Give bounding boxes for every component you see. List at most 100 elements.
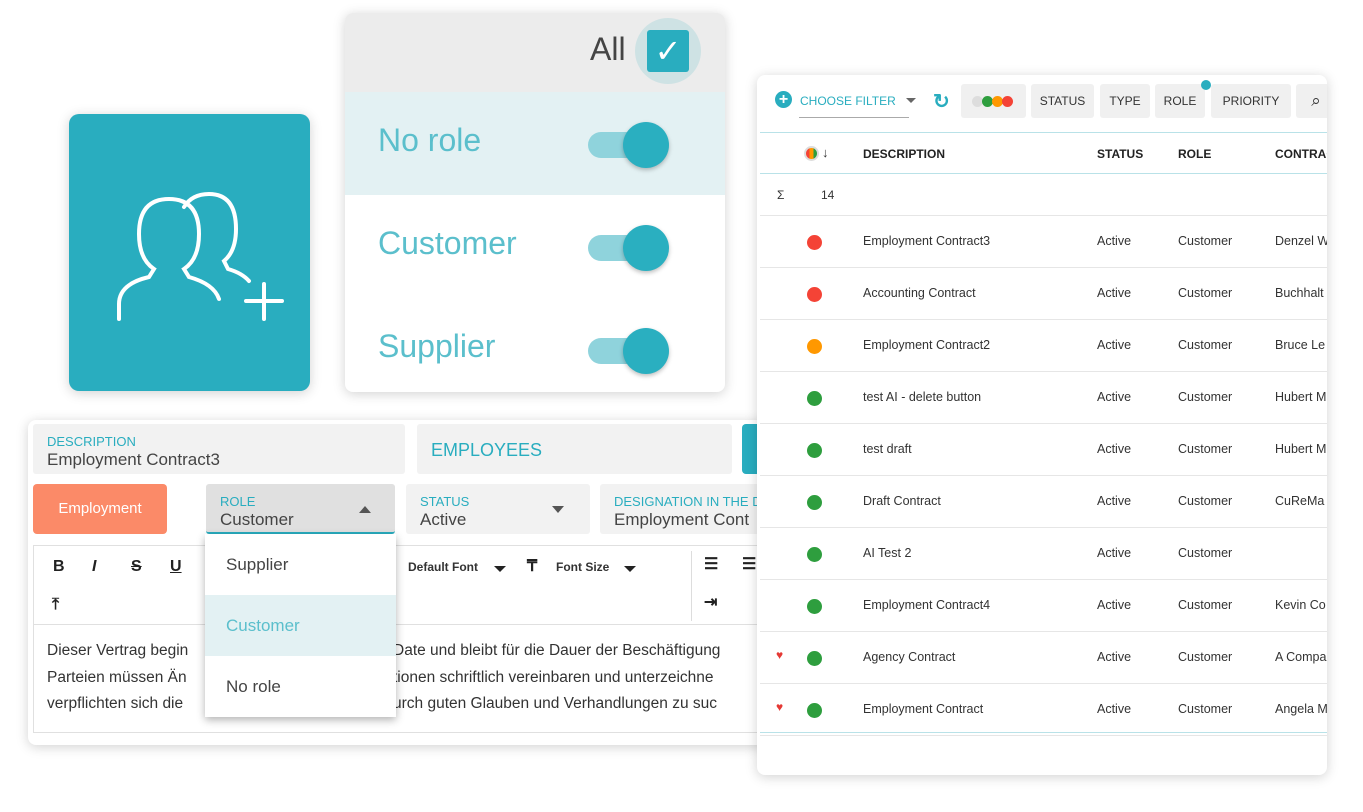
add-filter-icon[interactable]: + <box>775 91 792 108</box>
role-option-customer[interactable]: Customer <box>205 595 396 656</box>
role-select[interactable]: ROLE Customer <box>206 484 395 534</box>
font-family-select[interactable]: Default Font <box>408 560 478 574</box>
bullet-list-icon[interactable]: ☰ <box>704 554 718 574</box>
role-toggle[interactable] <box>588 223 670 271</box>
role-toggle[interactable] <box>588 326 670 374</box>
table-row[interactable]: Employment Contract3 Active Customer Den… <box>760 216 1327 268</box>
editor-text-right: Date und bleibt für die Dauer der Beschä… <box>393 642 721 712</box>
priority-dot <box>807 391 822 406</box>
chip-type[interactable]: TYPE <box>1100 84 1150 118</box>
chip-priority[interactable]: PRIORITY <box>1211 84 1291 118</box>
font-size-select[interactable]: Font Size <box>556 560 609 574</box>
underline-button[interactable]: U <box>170 558 182 576</box>
numbered-list-icon[interactable]: ☰ <box>742 554 756 574</box>
type-badge: Employment Contract <box>33 484 167 567</box>
cell-contract: Bruce Le <box>1275 338 1326 352</box>
strikethrough-button[interactable]: S <box>131 558 142 576</box>
status-value: Active <box>420 510 467 529</box>
chip-status[interactable]: STATUS <box>1031 84 1094 118</box>
row-count: 14 <box>821 188 835 202</box>
cell-role: Customer <box>1178 234 1233 248</box>
table-row[interactable]: AI Test 2 Active Customer <box>760 528 1327 580</box>
heart-icon[interactable]: ♥ <box>776 700 783 714</box>
caret-up-icon <box>359 506 371 513</box>
cell-role: Customer <box>1178 650 1233 664</box>
cell-contract: Angela M <box>1275 702 1327 716</box>
cell-status: Active <box>1097 390 1132 404</box>
table-row[interactable]: ♥ Agency Contract Active Customer A Comp… <box>760 632 1327 684</box>
cell-contract: CuReMa <box>1275 494 1325 508</box>
role-toggle[interactable] <box>588 120 670 168</box>
editor-text-left: Dieser Vertrag begin Parteien müssen Än ve… <box>47 642 189 712</box>
add-user-card[interactable] <box>69 114 310 391</box>
priority-color-filter[interactable] <box>961 84 1026 118</box>
cell-status: Active <box>1097 338 1132 352</box>
status-select[interactable]: STATUS Active <box>406 484 590 534</box>
designation-field[interactable]: DESIGNATION IN THE D Employment Cont <box>600 484 768 534</box>
superscript-icon[interactable]: ⤒ <box>52 596 59 614</box>
priority-sort-icon[interactable] <box>804 146 819 161</box>
designation-value: Employment Cont <box>614 510 750 529</box>
cell-description: Employment Contract4 <box>863 598 991 612</box>
column-status[interactable]: STATUS <box>1097 147 1143 161</box>
table-row[interactable]: test draft Active Customer Hubert M <box>760 424 1327 476</box>
role-row-customer[interactable]: Customer <box>345 195 725 298</box>
column-role[interactable]: ROLE <box>1178 147 1211 161</box>
cell-description: test AI - delete button <box>863 390 982 404</box>
table-row[interactable]: Employment Contract4 Active Customer Kev… <box>760 580 1327 632</box>
italic-button[interactable]: I <box>92 558 96 576</box>
table-row[interactable]: test AI - delete button Active Customer … <box>760 372 1327 424</box>
all-checkbox[interactable]: ✓ <box>635 18 701 84</box>
role-label: ROLE <box>220 494 256 509</box>
cell-role: Customer <box>1178 286 1233 300</box>
table-row[interactable]: ♥ Employment Contract Active Customer An… <box>760 684 1327 736</box>
role-label: Supplier <box>378 328 496 364</box>
table-row[interactable]: Accounting Contract Active Customer Buch… <box>760 268 1327 320</box>
cell-role: Customer <box>1178 702 1233 716</box>
heart-icon[interactable]: ♥ <box>776 648 783 662</box>
priority-dot <box>807 339 822 354</box>
cell-contract: A Compa <box>1275 650 1327 664</box>
caret-down-icon <box>624 566 636 572</box>
rich-text-editor[interactable]: B I S U ⤒ Default Font ₸ Font Size ☰ ☰ ⇥… <box>33 545 768 733</box>
chip-role[interactable]: ROLE <box>1155 84 1205 118</box>
cell-status: Active <box>1097 546 1132 560</box>
table-row[interactable]: Employment Contract2 Active Customer Bru… <box>760 320 1327 372</box>
role-row-no-role[interactable]: No role <box>345 92 725 195</box>
column-contract[interactable]: CONTRAC <box>1275 147 1327 161</box>
bold-button[interactable]: B <box>53 558 65 576</box>
priority-dot <box>807 599 822 614</box>
employees-field[interactable]: EMPLOYEES <box>417 424 732 474</box>
active-filter-indicator <box>1201 80 1211 90</box>
cell-description: Agency Contract <box>863 650 956 664</box>
description-field[interactable]: DESCRIPTION Employment Contract3 <box>33 424 405 474</box>
add-user-icon <box>117 191 284 321</box>
cell-role: Customer <box>1178 598 1233 612</box>
column-description[interactable]: DESCRIPTION <box>863 147 945 161</box>
cell-description: Accounting Contract <box>863 286 976 300</box>
cell-status: Active <box>1097 286 1132 300</box>
cell-description: Draft Contract <box>863 494 941 508</box>
cell-status: Active <box>1097 442 1132 456</box>
role-label: No role <box>378 122 482 158</box>
priority-dot <box>807 287 822 302</box>
role-filter-panel: All ✓ No role Customer Supplier <box>345 13 725 392</box>
caret-down-icon <box>552 506 564 513</box>
cell-contract: Buchhalt <box>1275 286 1324 300</box>
refresh-icon[interactable]: ↻ <box>933 89 950 114</box>
contracts-table-panel: + CHOOSE FILTER ↻ STATUS TYPE ROLE PRIOR… <box>757 75 1327 775</box>
employees-label: EMPLOYEES <box>431 440 543 460</box>
role-option-supplier[interactable]: Supplier <box>205 534 396 595</box>
cell-contract: Kevin Co <box>1275 598 1326 612</box>
status-label: STATUS <box>420 494 470 509</box>
indent-icon[interactable]: ⇥ <box>704 592 717 612</box>
role-option-no-role[interactable]: No role <box>205 656 396 717</box>
sort-down-icon[interactable]: ↓ <box>822 145 829 160</box>
role-row-supplier[interactable]: Supplier <box>345 298 725 392</box>
cell-description: Employment Contract <box>863 702 984 716</box>
table-row[interactable]: Draft Contract Active Customer CuReMa <box>760 476 1327 528</box>
role-value: Customer <box>220 510 294 529</box>
priority-dot <box>807 651 822 666</box>
search-icon[interactable]: ⌕ <box>1296 84 1327 118</box>
choose-filter-select[interactable]: CHOOSE FILTER <box>800 94 896 108</box>
